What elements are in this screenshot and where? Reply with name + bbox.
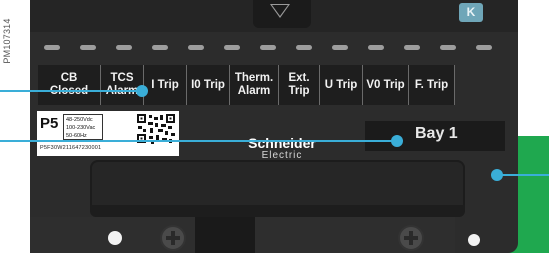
label-tcs-alarm: TCS Alarm [101,65,144,105]
callout-dot-bay [391,135,403,147]
serial-number: P5F30W211647230001 [40,145,102,151]
indicator-led [44,45,60,50]
bay-label: Bay 1 [415,125,458,142]
label-i0-trip: I0 Trip [187,65,230,105]
screw-icon [398,225,424,251]
callout-line-bay [0,140,397,142]
callout-line-tcs [0,90,142,92]
indicator-led [476,45,492,50]
indicator-led [404,45,420,50]
brand-sub: Electric [261,150,303,161]
indicator-led [296,45,312,50]
label-f-trip: F. Trip [409,65,455,105]
hmi-button[interactable]: K [459,3,483,22]
bottom-cover-lip [90,205,465,217]
callout-line-cover [497,174,549,176]
figure-reference-text: PM107314 [2,18,12,64]
voltage-rating: 48-250Vdc 100-230Vac 50-60Hz [63,114,103,140]
indicator-led [188,45,204,50]
indicator-led [224,45,240,50]
chevron-down-icon [270,4,290,18]
indicator-led [116,45,132,50]
indicator-led [332,45,348,50]
label-ext-trip: Ext. Trip [279,65,320,105]
indicator-led [368,45,384,50]
label-i-trip: I Trip [144,65,187,105]
mounting-hole [468,234,480,246]
product-label: P5 48-250Vdc 100-230Vac 50-60Hz P5F30W21… [37,111,179,156]
label-v0-trip: V0 Trip [363,65,409,105]
screw-icon [160,225,186,251]
mounting-hole [108,231,122,245]
label-cb-closed: CB Closed [38,65,101,105]
label-therm-alarm: Therm. Alarm [230,65,279,105]
indicator-led [260,45,276,50]
label-u-trip: U Trip [320,65,363,105]
indicator-led [152,45,168,50]
indicator-led [440,45,456,50]
model-code: P5 [40,115,59,132]
brand-name: Schneider [248,135,316,151]
callout-dot-cover [491,169,503,181]
device-photo: PM107314 K CB Closed TCS Alarm I Trip I0… [0,0,549,253]
indicator-led [80,45,96,50]
latch [195,217,255,253]
figure-reference: PM107314 [2,4,12,84]
callout-dot-tcs [136,85,148,97]
led-row [40,37,510,57]
